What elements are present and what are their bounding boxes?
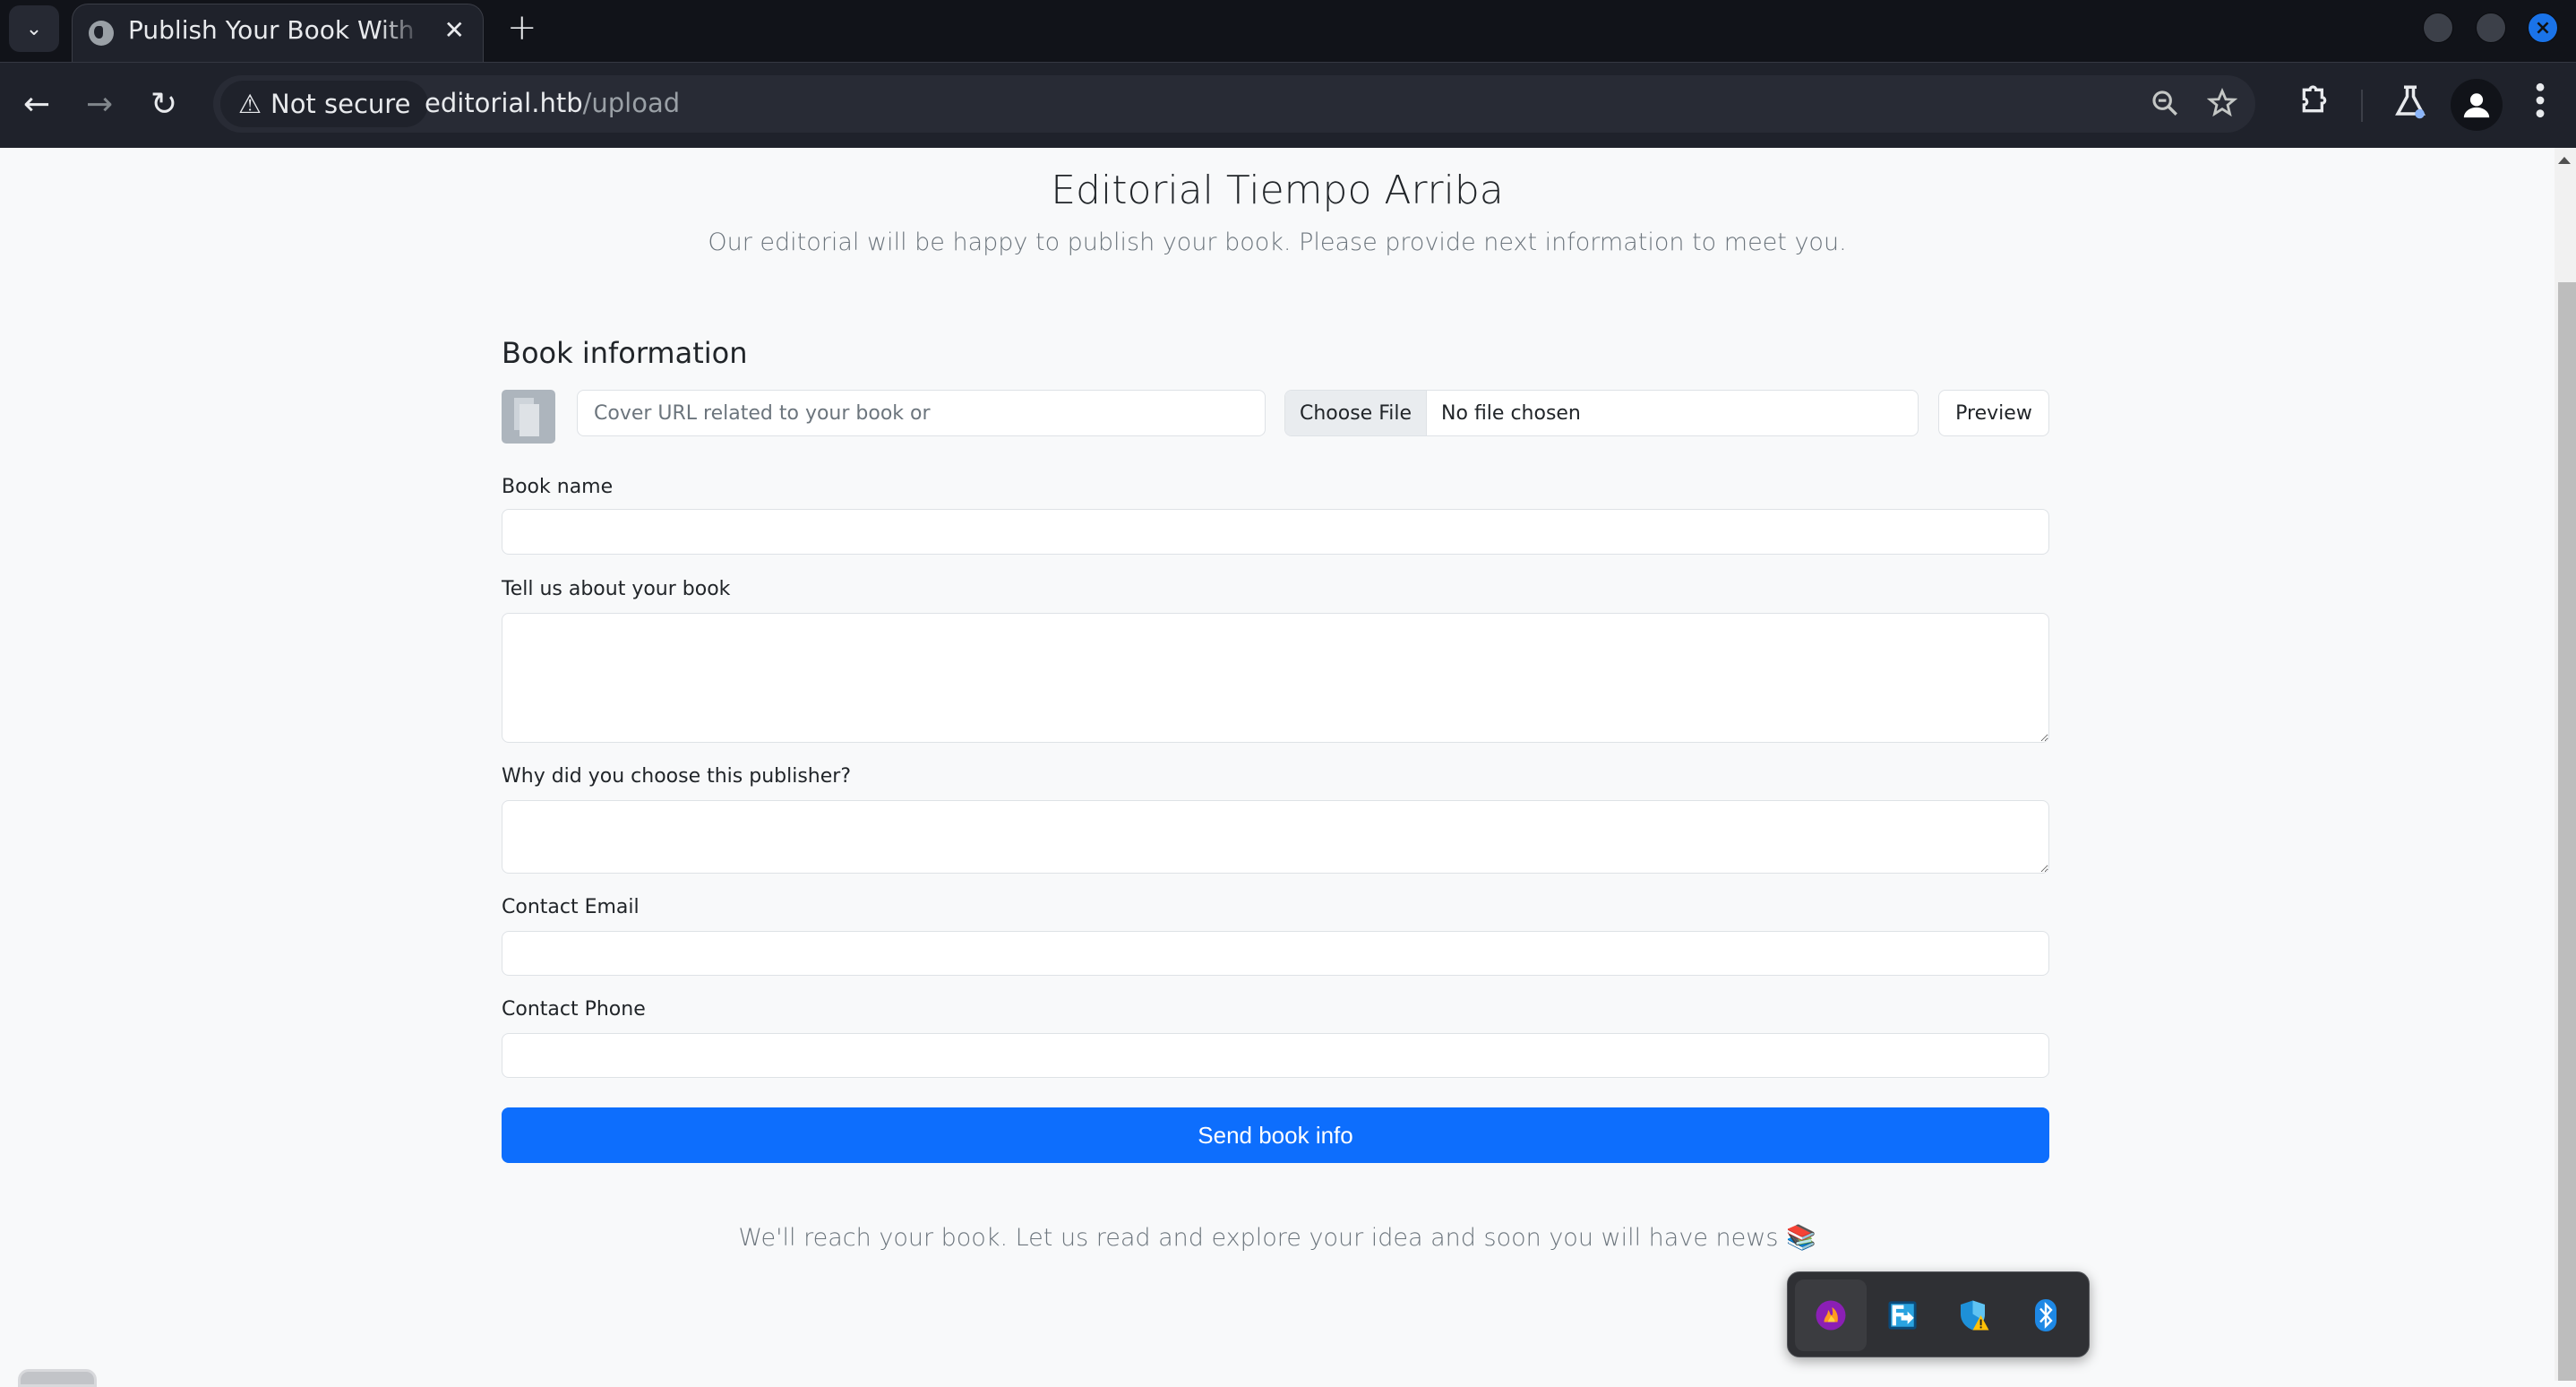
scrollbar-thumb[interactable] xyxy=(2558,282,2576,1381)
preview-button[interactable]: Preview xyxy=(1938,390,2049,436)
url-path: /upload xyxy=(582,88,681,118)
tab-close-icon[interactable]: ✕ xyxy=(444,15,465,45)
address-bar[interactable]: ⚠ Not secure editorial.htb/upload xyxy=(213,75,2255,133)
flameshot-icon xyxy=(1816,1300,1846,1331)
contact-phone-label: Contact Phone xyxy=(502,998,646,1021)
toolbar-divider xyxy=(2361,90,2363,122)
minimize-button[interactable] xyxy=(2423,13,2453,43)
bluetooth-icon xyxy=(2035,1299,2057,1331)
section-title: Book information xyxy=(502,336,748,370)
document-icon-page xyxy=(519,404,539,436)
page-scrollbar[interactable] xyxy=(2555,148,2576,1381)
new-tab-button[interactable]: + xyxy=(507,7,537,48)
maximize-button[interactable] xyxy=(2476,13,2506,43)
tray-item-bluetooth[interactable] xyxy=(2010,1279,2082,1351)
url-host: editorial.htb xyxy=(425,88,583,118)
publisher-reason-textarea[interactable] xyxy=(502,800,2049,874)
window-close-button[interactable]: × xyxy=(2528,13,2558,43)
contact-phone-input[interactable] xyxy=(502,1033,2049,1078)
choose-file-button[interactable]: Choose File xyxy=(1285,391,1428,435)
back-icon[interactable]: ← xyxy=(23,86,50,123)
scroll-up-icon[interactable] xyxy=(2558,157,2571,164)
cover-url-input[interactable] xyxy=(577,390,1266,436)
tray-item-flameshot[interactable] xyxy=(1795,1279,1867,1351)
footer-message: We'll reach your book. Let us read and e… xyxy=(738,1224,1816,1252)
bookmark-star-icon[interactable] xyxy=(2206,87,2238,125)
cover-preview-image xyxy=(502,390,555,444)
site-subtitle: Our editorial will be happy to publish y… xyxy=(708,228,1847,256)
extensions-icon[interactable] xyxy=(2297,82,2332,126)
contact-email-input[interactable] xyxy=(502,931,2049,976)
book-about-label: Tell us about your book xyxy=(502,578,731,600)
book-about-textarea[interactable] xyxy=(502,613,2049,743)
tray-item-security[interactable] xyxy=(1938,1279,2010,1351)
menu-icon[interactable] xyxy=(2531,81,2549,128)
profile-icon xyxy=(2463,93,2490,118)
tab-bar: ⌄ Publish Your Book With Us ✕ + × xyxy=(0,0,2576,63)
contact-email-label: Contact Email xyxy=(502,896,640,918)
dock-handle[interactable] xyxy=(18,1369,97,1387)
send-book-info-button[interactable]: Send book info xyxy=(502,1107,2049,1163)
globe-icon xyxy=(89,21,114,46)
reload-icon[interactable]: ↻ xyxy=(150,86,177,123)
remote-desktop-icon xyxy=(1888,1301,1917,1330)
forward-icon[interactable]: → xyxy=(86,86,113,123)
security-warning-icon xyxy=(1961,1300,1989,1331)
file-status: No file chosen xyxy=(1441,401,1581,425)
zoom-out-icon[interactable] xyxy=(2150,88,2180,125)
publisher-reason-label: Why did you choose this publisher? xyxy=(502,765,852,788)
browser-tab[interactable]: Publish Your Book With Us ✕ xyxy=(72,4,484,63)
security-label: Not secure xyxy=(270,89,411,119)
tray-item-remote[interactable] xyxy=(1867,1279,1938,1351)
book-name-input[interactable] xyxy=(502,509,2049,555)
labs-icon[interactable] xyxy=(2391,82,2429,128)
chevron-down-icon: ⌄ xyxy=(25,17,43,40)
security-chip[interactable]: ⚠ Not secure xyxy=(220,81,429,127)
cover-file-input[interactable]: Choose File No file chosen xyxy=(1284,390,1919,436)
warning-icon: ⚠ xyxy=(238,89,262,119)
tab-title: Publish Your Book With Us xyxy=(128,15,424,45)
page-content: Editorial Tiempo Arriba Our editorial wi… xyxy=(0,148,2555,1381)
tab-search-button[interactable]: ⌄ xyxy=(9,5,59,52)
system-tray-popup xyxy=(1787,1271,2090,1357)
url-text[interactable]: editorial.htb/upload xyxy=(425,88,680,118)
browser-toolbar: ← → ↻ ⚠ Not secure editorial.htb/upload xyxy=(0,62,2576,148)
site-title: Editorial Tiempo Arriba xyxy=(1051,168,1504,213)
book-name-label: Book name xyxy=(502,476,614,498)
profile-button[interactable] xyxy=(2451,79,2503,131)
